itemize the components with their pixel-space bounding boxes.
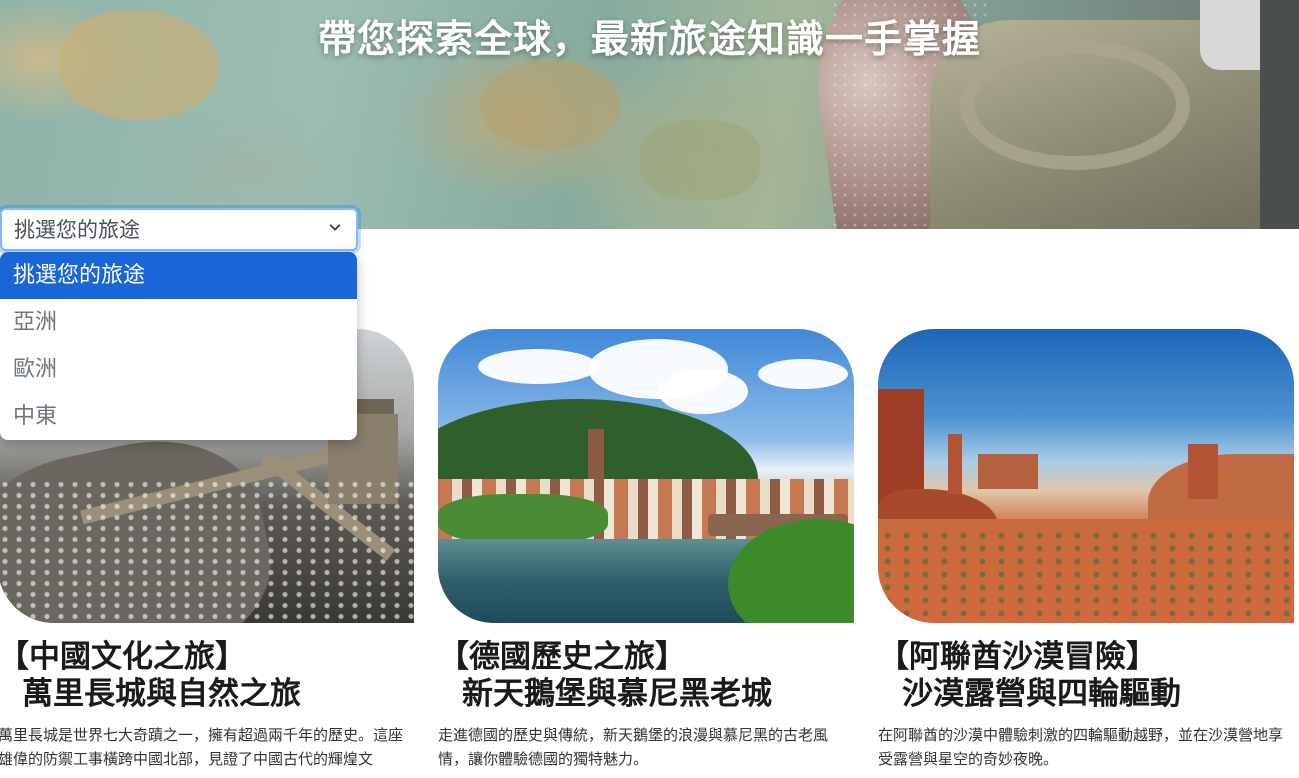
tour-card-uae[interactable]: 【阿聯酋沙漠冒險】 沙漠露營與四輪驅動 在阿聯酋的沙漠中體驗刺激的四輪驅動越野，…	[878, 329, 1294, 771]
card-title-line1: 【德國歷史之旅】	[438, 639, 686, 675]
card-title-line1: 【阿聯酋沙漠冒險】	[878, 639, 1157, 675]
card-title-line2: 萬里長城與自然之旅	[22, 676, 301, 712]
option-default[interactable]: 挑選您的旅途	[0, 252, 357, 299]
card-title[interactable]: 【德國歷史之旅】 新天鵝堡與慕尼黑老城	[438, 639, 854, 713]
option-europe[interactable]: 歐洲	[0, 346, 357, 393]
tour-card-germany[interactable]: 【德國歷史之旅】 新天鵝堡與慕尼黑老城 走進德國的歷史與傳統，新天鵝堡的浪漫與慕…	[438, 329, 854, 771]
card-title-line1: 【中國文化之旅】	[0, 639, 246, 675]
card-description: 萬里長城是世界七大奇蹟之一，擁有超過兩千年的歷史。這座雄偉的防禦工事橫跨中國北部…	[0, 726, 404, 768]
hero-banner: 帶您探索全球，最新旅途知識一手掌握	[0, 0, 1299, 229]
card-description: 走進德國的歷史與傳統，新天鵝堡的浪漫與慕尼黑的古老風情，讓你體驗德國的獨特魅力。	[438, 726, 829, 768]
option-middle-east[interactable]: 中東	[0, 393, 357, 440]
trip-select[interactable]: 挑選您的旅途	[0, 208, 358, 251]
option-asia[interactable]: 亞洲	[0, 299, 357, 346]
trip-select-value: 挑選您的旅途	[14, 218, 140, 242]
map-terrain	[480, 60, 620, 150]
card-title[interactable]: 【中國文化之旅】 萬里長城與自然之旅	[0, 639, 414, 713]
chevron-down-icon	[329, 224, 341, 231]
card-description: 在阿聯酋的沙漠中體驗刺激的四輪驅動越野，並在沙漠營地享受露營與星空的奇妙夜晚。	[878, 726, 1284, 768]
desert-buttes-photo[interactable]	[878, 329, 1294, 623]
card-title[interactable]: 【阿聯酋沙漠冒險】 沙漠露營與四輪驅動	[878, 639, 1294, 713]
hero-title: 帶您探索全球，最新旅途知識一手掌握	[317, 16, 981, 61]
card-title-line2: 新天鵝堡與慕尼黑老城	[462, 676, 772, 712]
map-terrain	[640, 120, 760, 200]
heidelberg-river-photo[interactable]	[438, 329, 854, 623]
trip-select-dropdown: 挑選您的旅途 亞洲 歐洲 中東	[0, 252, 357, 440]
card-title-line2: 沙漠露營與四輪驅動	[902, 676, 1181, 712]
